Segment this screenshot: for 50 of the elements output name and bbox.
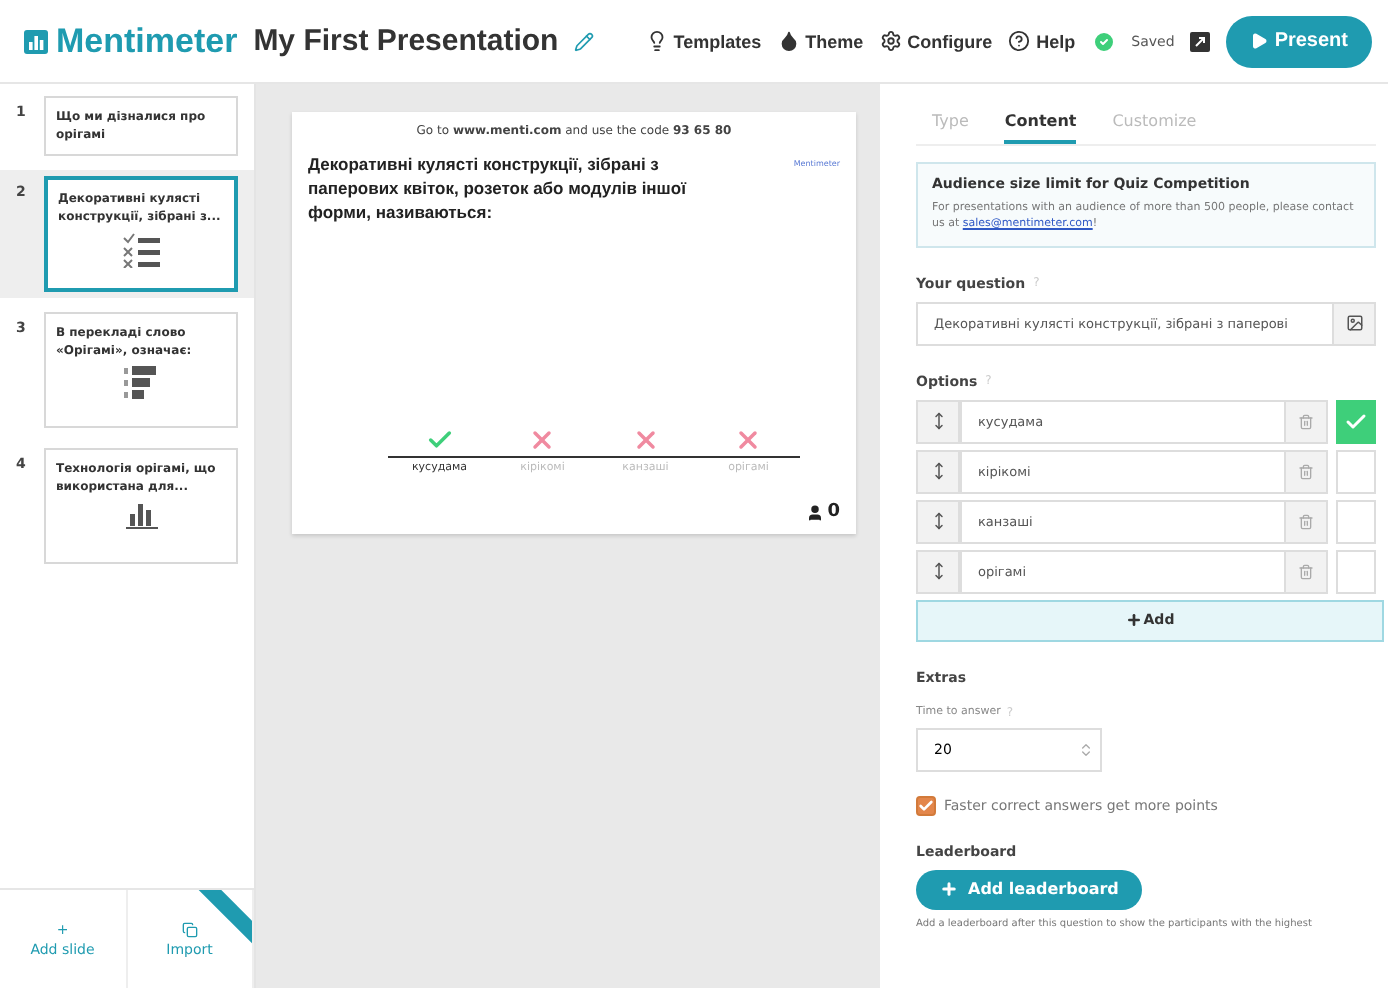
plus-icon xyxy=(1125,612,1142,628)
settings-icon xyxy=(879,30,902,52)
drag-handle[interactable] xyxy=(916,399,960,443)
drag-handle[interactable] xyxy=(916,449,960,493)
trash-icon xyxy=(1298,413,1314,429)
trash-icon xyxy=(1298,513,1314,529)
drag-handle[interactable] xyxy=(916,499,960,543)
help-icon xyxy=(1008,30,1031,52)
pencil-icon[interactable] xyxy=(574,31,595,51)
correct-checkbox[interactable] xyxy=(1336,399,1376,443)
trash-icon xyxy=(1298,563,1314,579)
question-text: Декоративні кулясті конструкції, зібрані з паперових квіток, розеток або модулів іншої форми, називаються: xyxy=(308,154,689,226)
correct-checkbox[interactable] xyxy=(1336,549,1376,593)
tab[interactable]: Content xyxy=(1004,104,1077,144)
fullscreen-icon[interactable] xyxy=(1190,31,1211,51)
drag-handle[interactable] xyxy=(916,549,960,593)
bar-chart-icon xyxy=(125,502,157,530)
check-icon xyxy=(1344,409,1368,433)
delete-button[interactable] xyxy=(1284,549,1328,593)
delete-button[interactable] xyxy=(1284,499,1328,543)
plus-icon xyxy=(940,880,958,898)
drag-icon xyxy=(929,512,947,530)
nav-button[interactable]: Theme xyxy=(777,30,864,52)
checkbox[interactable] xyxy=(916,795,936,815)
play-icon xyxy=(1250,32,1269,50)
nav-button[interactable]: Templates xyxy=(645,30,762,52)
droplet-icon xyxy=(777,30,800,52)
drag-icon xyxy=(929,562,947,580)
nav-button[interactable]: Configure xyxy=(879,30,993,52)
lightbulb-icon xyxy=(645,30,668,52)
ranking-icon xyxy=(123,366,159,402)
image-button[interactable] xyxy=(1332,301,1376,345)
delete-button[interactable] xyxy=(1284,449,1328,493)
logo-text: Mentimeter xyxy=(56,21,238,61)
copy-icon xyxy=(181,921,198,937)
check-icon xyxy=(918,797,934,813)
trash-icon xyxy=(1298,463,1314,479)
logo-icon xyxy=(24,29,48,53)
correct-checkbox[interactable] xyxy=(1336,499,1376,543)
drag-icon xyxy=(929,462,947,480)
presentation-title: My First Presentation xyxy=(253,24,559,58)
saved-icon xyxy=(1091,29,1116,53)
delete-button[interactable] xyxy=(1284,399,1328,443)
participant-count: 0 xyxy=(827,502,840,522)
correct-checkbox[interactable] xyxy=(1336,449,1376,493)
participants-icon xyxy=(805,503,824,521)
drag-icon xyxy=(929,412,947,430)
quiz-icon xyxy=(121,232,161,268)
nav-button[interactable]: Help xyxy=(1008,30,1076,52)
image-icon xyxy=(1345,314,1363,332)
